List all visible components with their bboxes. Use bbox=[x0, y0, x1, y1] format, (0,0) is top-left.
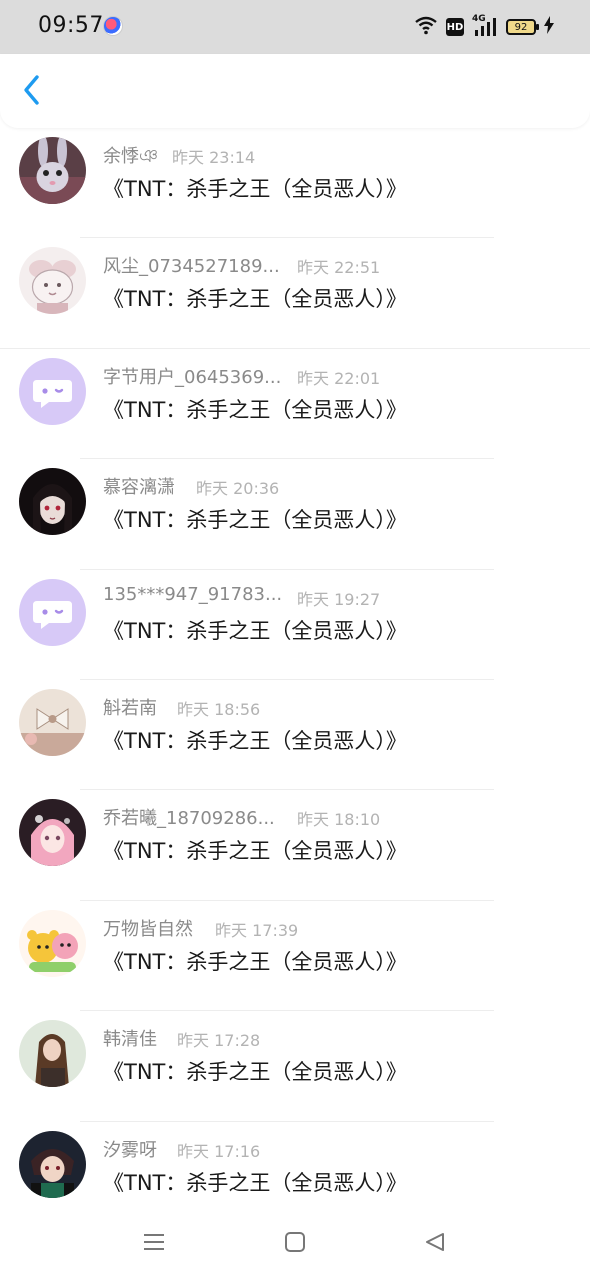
bunny-avatar[interactable] bbox=[19, 137, 86, 204]
username[interactable]: 万物皆自然 bbox=[103, 915, 193, 941]
photo-girl-avatar[interactable] bbox=[19, 1020, 86, 1088]
anime-girl-dark-avatar[interactable] bbox=[19, 468, 86, 536]
list-item[interactable]: 斛若南 昨天 18:56 《TNT：杀手之王（全员恶人）》 bbox=[0, 680, 590, 791]
list-item[interactable]: 余悸ঞ 昨天 23:14 《TNT：杀手之王（全员恶人）》 bbox=[0, 128, 590, 239]
timestamp: 昨天 18:10 bbox=[297, 810, 381, 830]
back-triangle-icon bbox=[424, 1231, 446, 1257]
timestamp: 昨天 23:14 bbox=[172, 148, 256, 167]
default-chat-avatar[interactable] bbox=[19, 578, 86, 646]
username[interactable]: 斛若南 bbox=[103, 694, 157, 720]
timestamp: 昨天 22:51 bbox=[297, 258, 381, 278]
list-item[interactable]: 韩清佳 昨天 17:28 《TNT：杀手之王（全员恶人）》 bbox=[0, 1011, 590, 1122]
anime-character-avatar[interactable] bbox=[19, 1130, 86, 1198]
message-text: 《TNT：杀手之王（全员恶人）》 bbox=[103, 618, 407, 643]
message-text: 《TNT：杀手之王（全员恶人）》 bbox=[103, 508, 407, 533]
status-time: 09:57 bbox=[38, 13, 104, 38]
username[interactable]: 风尘_0734527189... bbox=[103, 252, 280, 278]
status-icons: HD 4G 92 bbox=[414, 14, 554, 40]
list-item[interactable]: 风尘_0734527189... 昨天 22:51 《TNT：杀手之王（全员恶人… bbox=[0, 238, 590, 349]
message-text: 《TNT：杀手之王（全员恶人）》 bbox=[103, 728, 407, 753]
timestamp: 昨天 17:16 bbox=[177, 1141, 261, 1161]
message-text: 《TNT：杀手之王（全员恶人）》 bbox=[103, 1170, 407, 1195]
username[interactable]: 汐雾呀 bbox=[103, 1136, 157, 1162]
message-text: 《TNT：杀手之王（全员恶人）》 bbox=[103, 839, 407, 864]
message-text: 《TNT：杀手之王（全员恶人）》 bbox=[103, 949, 407, 974]
hd-icon: HD bbox=[446, 18, 464, 36]
wifi-icon bbox=[414, 15, 438, 39]
back-button[interactable] bbox=[14, 72, 50, 112]
timestamp: 昨天 20:36 bbox=[196, 479, 280, 499]
comment-list: 余悸ঞ 昨天 23:14 《TNT：杀手之王（全员恶人）》 风尘_0734527… bbox=[0, 128, 590, 1232]
timestamp: 昨天 19:27 bbox=[297, 589, 381, 609]
status-bar: 09:57 HD 4G 92 bbox=[0, 0, 590, 54]
cartoon-bear-avatar[interactable] bbox=[19, 909, 86, 977]
list-item[interactable]: 135***947_91783... 昨天 19:27 《TNT：杀手之王（全员… bbox=[0, 570, 590, 680]
timestamp: 昨天 17:28 bbox=[177, 1031, 261, 1051]
message-text: 《TNT：杀手之王（全员恶人）》 bbox=[103, 1060, 407, 1085]
bow-avatar[interactable] bbox=[19, 688, 86, 756]
timestamp: 昨天 18:56 bbox=[177, 699, 261, 719]
username[interactable]: 字节用户_0645369... bbox=[103, 363, 281, 389]
message-text: 《TNT：杀手之王（全员恶人）》 bbox=[103, 287, 407, 312]
app-notification-icon bbox=[103, 16, 123, 36]
home-button[interactable] bbox=[281, 1230, 309, 1258]
message-text: 《TNT：杀手之王（全员恶人）》 bbox=[103, 177, 407, 201]
timestamp: 昨天 17:39 bbox=[215, 920, 299, 940]
anime-girl-pink-avatar[interactable] bbox=[19, 799, 86, 867]
username[interactable]: 韩清佳 bbox=[103, 1025, 157, 1051]
username[interactable]: 慕容漓潇 bbox=[103, 473, 175, 499]
list-item[interactable]: 乔若曦_18709286... 昨天 18:10 《TNT：杀手之王（全员恶人）… bbox=[0, 790, 590, 901]
timestamp: 昨天 22:01 bbox=[297, 368, 381, 388]
system-nav-bar bbox=[0, 1210, 590, 1280]
top-bar bbox=[0, 54, 590, 128]
battery-icon: 92 bbox=[506, 19, 539, 35]
chevron-left-icon bbox=[22, 74, 42, 110]
list-item[interactable]: 万物皆自然 昨天 17:39 《TNT：杀手之王（全员恶人）》 bbox=[0, 901, 590, 1012]
back-nav-button[interactable] bbox=[421, 1230, 449, 1258]
message-text: 《TNT：杀手之王（全员恶人）》 bbox=[103, 397, 407, 422]
list-item[interactable]: 字节用户_0645369... 昨天 22:01 《TNT：杀手之王（全员恶人）… bbox=[0, 349, 590, 460]
username[interactable]: 余悸ঞ bbox=[103, 142, 158, 173]
battery-level: 92 bbox=[514, 21, 528, 33]
username[interactable]: 135***947_91783... bbox=[103, 584, 282, 605]
menu-button[interactable] bbox=[140, 1230, 168, 1258]
username[interactable]: 乔若曦_18709286... bbox=[103, 804, 275, 830]
home-square-icon bbox=[284, 1231, 306, 1257]
list-item[interactable]: 慕容漓潇 昨天 20:36 《TNT：杀手之王（全员恶人）》 bbox=[0, 459, 590, 570]
menu-icon bbox=[143, 1231, 165, 1257]
default-chat-avatar[interactable] bbox=[19, 357, 86, 425]
signal-icon: 4G bbox=[472, 14, 498, 38]
sketch-avatar[interactable] bbox=[19, 247, 86, 315]
charging-icon bbox=[544, 16, 554, 38]
